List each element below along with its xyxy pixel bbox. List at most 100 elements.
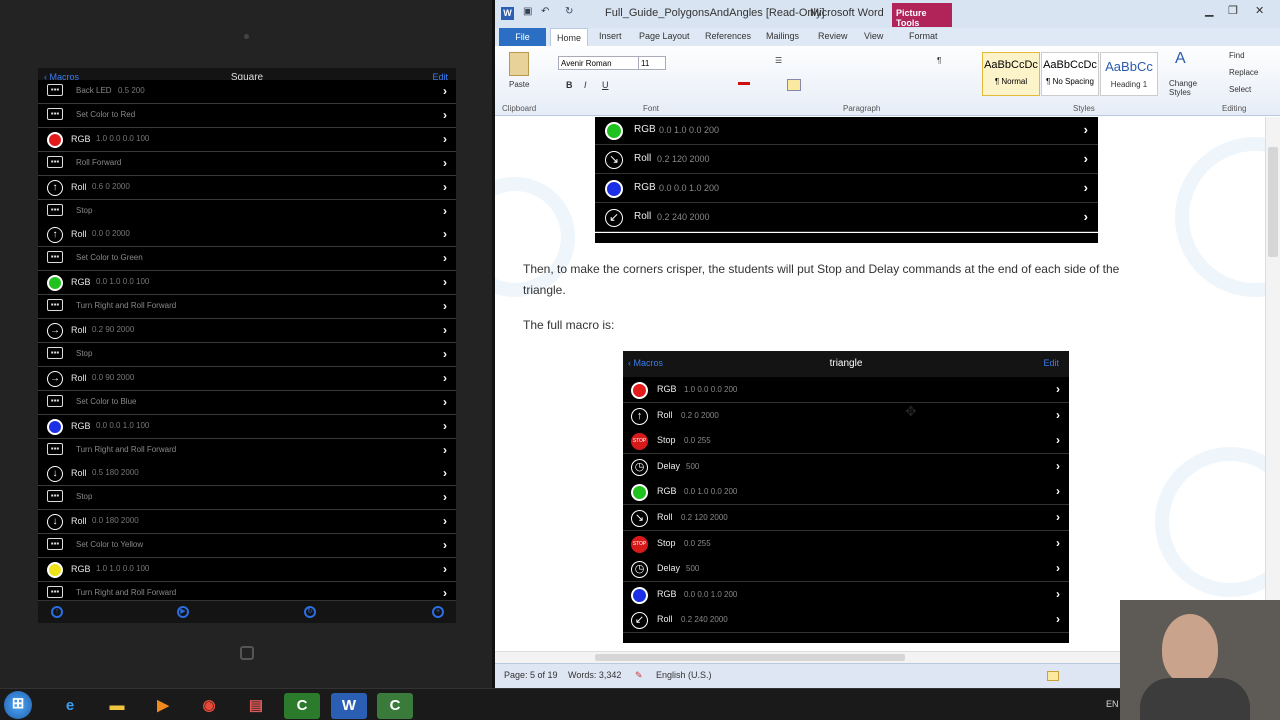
tab-page-layout[interactable]: Page Layout <box>639 31 690 41</box>
macro-row[interactable]: ▪▪▪ Back LED 0.5 200 › <box>38 80 456 104</box>
tab-review[interactable]: Review <box>818 31 848 41</box>
macro-row[interactable]: ▪▪▪ Set Color to Green › <box>38 247 456 272</box>
style-normal[interactable]: AaBbCcDc ¶ Normal <box>982 52 1040 96</box>
chrome-icon[interactable]: ◉ <box>191 693 227 719</box>
page-indicator[interactable]: Page: 5 of 19 <box>504 670 558 680</box>
select-button[interactable]: Select <box>1229 85 1251 94</box>
macro-row[interactable]: ▪▪▪ Stop › <box>38 486 456 511</box>
tab-references[interactable]: References <box>705 31 751 41</box>
macro-row[interactable]: RGB 0.0 0.0 1.0 200 › <box>623 581 1069 608</box>
macro-row[interactable]: ◷ Delay 500 › <box>623 556 1069 583</box>
chevron-right-icon: › <box>443 514 447 529</box>
tab-insert[interactable]: Insert <box>599 31 622 41</box>
tab-mailings[interactable]: Mailings <box>766 31 799 41</box>
find-button[interactable]: Find <box>1229 51 1245 60</box>
scroll-thumb[interactable] <box>1268 147 1278 257</box>
macro-row[interactable]: → Roll 0.0 90 2000 › <box>38 366 456 391</box>
internet-explorer-icon[interactable]: e <box>52 693 88 719</box>
minimize-icon[interactable]: ▁ <box>1205 4 1213 17</box>
tab-format[interactable]: Format <box>909 31 938 41</box>
chevron-right-icon: › <box>443 227 447 242</box>
redo-icon[interactable]: ↻ <box>565 6 573 17</box>
style-no-spacing[interactable]: AaBbCcDc ¶ No Spacing <box>1041 52 1099 96</box>
macro-row[interactable]: RGB 0.0 1.0 0.0 200 › <box>595 117 1098 145</box>
language-indicator[interactable]: English (U.S.) <box>656 670 712 680</box>
macro-row[interactable]: RGB 0.0 1.0 0.0 100 › <box>38 271 456 296</box>
change-styles-button[interactable]: Change Styles <box>1169 79 1209 97</box>
macro-row[interactable]: RGB 0.0 0.0 1.0 100 › <box>38 414 456 439</box>
macro-row[interactable]: ↓ Roll 0.0 180 2000 › <box>38 510 456 535</box>
file-tab[interactable]: File <box>499 28 546 46</box>
play-icon[interactable]: ▶ <box>177 606 189 618</box>
maximize-icon[interactable]: ❐ <box>1228 4 1238 17</box>
paste-icon[interactable] <box>509 52 529 76</box>
macro-row[interactable]: ↘ Roll 0.2 120 2000 › <box>595 145 1098 174</box>
vertical-scrollbar[interactable] <box>1265 117 1280 651</box>
proofing-icon[interactable]: ✎ <box>635 670 643 681</box>
bold-button[interactable]: B <box>566 80 573 90</box>
app-icon[interactable]: ▤ <box>238 693 274 719</box>
align-left-icon[interactable] <box>787 79 801 91</box>
macro-row[interactable]: ▪▪▪ Set Color to Blue › <box>38 390 456 415</box>
underline-button[interactable]: U <box>602 80 609 90</box>
replace-button[interactable]: Replace <box>1229 68 1258 77</box>
macro-row[interactable]: STOP Stop 0.0 255 › <box>623 428 1069 455</box>
macro-row[interactable]: ↙ Roll 0.2 240 2000 › <box>595 203 1098 232</box>
camtasia-recorder-icon[interactable]: C <box>377 693 413 719</box>
chevron-right-icon: › <box>443 251 447 266</box>
macro-row[interactable]: ↑ Roll 0.0 0 2000 › <box>38 223 456 248</box>
macro-row[interactable]: RGB 1.0 0.0 0.0 200 › <box>623 377 1069 403</box>
macro-row[interactable]: RGB 1.0 0.0 0.0 100 › <box>38 127 456 152</box>
comment-bubble-icon: ▪▪▪ <box>47 442 63 455</box>
macro-row[interactable]: ↘ Roll 0.2 120 2000 › <box>623 505 1069 531</box>
media-player-icon[interactable]: ▶ <box>145 693 181 719</box>
macro-row[interactable]: RGB 0.0 1.0 0.0 200 › <box>623 479 1069 506</box>
bullets-icon[interactable]: ☰ <box>775 56 782 65</box>
command-name: RGB <box>71 420 91 431</box>
home-button-icon[interactable] <box>240 646 254 660</box>
word-count[interactable]: Words: 3,342 <box>568 670 621 680</box>
print-layout-icon[interactable] <box>1047 671 1059 681</box>
macro-row[interactable]: ↓ Roll 0.5 180 2000 › <box>38 462 456 487</box>
camtasia-icon[interactable]: C <box>284 693 320 719</box>
macro-row[interactable]: ↑ Roll 0.2 0 2000 › <box>623 402 1069 429</box>
up-arrow-icon[interactable]: ↑ <box>51 606 63 618</box>
macro-row[interactable]: ▪▪▪ Roll Forward › <box>38 151 456 176</box>
macro-row[interactable]: ↙ Roll 0.2 240 2000 › <box>623 607 1069 634</box>
macro-row[interactable]: → Roll 0.2 90 2000 › <box>38 319 456 343</box>
macro-row[interactable]: ▪▪▪ Stop › <box>38 342 456 367</box>
close-icon[interactable]: ✕ <box>1255 4 1264 17</box>
command-name: Delay <box>657 563 681 574</box>
macro-row[interactable]: ▪▪▪ Turn Right and Roll Forward › <box>38 438 456 463</box>
tab-home[interactable]: Home <box>550 28 588 47</box>
add-icon[interactable]: + <box>432 606 444 618</box>
document-area[interactable]: RGB 0.0 1.0 0.0 200 › ↘ Roll 0.2 120 2000 › RGB… <box>495 117 1265 651</box>
arrow-up-icon: ↑ <box>47 227 63 244</box>
start-button-icon[interactable]: ⊞ <box>4 691 32 719</box>
tab-view[interactable]: View <box>864 31 883 41</box>
undo-icon[interactable]: ↶ <box>541 6 549 17</box>
refresh-icon[interactable]: ↻ <box>304 606 316 618</box>
color-circle-icon <box>605 180 623 198</box>
font-size-select[interactable]: 11 <box>638 56 666 70</box>
save-icon[interactable]: ▣ <box>523 6 532 17</box>
macro-row[interactable]: RGB 0.0 0.0 1.0 200 › <box>595 174 1098 203</box>
file-explorer-icon[interactable]: ▬ <box>99 693 135 719</box>
language-indicator[interactable]: EN <box>1106 699 1119 709</box>
chevron-right-icon: › <box>1056 484 1060 499</box>
macro-row[interactable]: STOP Stop 0.0 255 › <box>623 530 1069 557</box>
macro-row[interactable]: ▪▪▪ Turn Right and Roll Forward › <box>38 295 456 320</box>
macro-row[interactable]: RGB 1.0 1.0 0.0 100 › <box>38 558 456 582</box>
macro-row[interactable]: ▪▪▪ Stop › <box>38 199 456 224</box>
change-styles-icon[interactable]: A <box>1175 50 1186 68</box>
style-heading-1[interactable]: AaBbCc Heading 1 <box>1100 52 1158 96</box>
font-color-icon[interactable] <box>738 82 750 85</box>
macro-row[interactable]: ◷ Delay 500 › <box>623 453 1069 480</box>
word-taskbar-icon[interactable]: W <box>331 693 367 719</box>
macro-row[interactable]: ▪▪▪ Set Color to Red › <box>38 103 456 128</box>
macro-row[interactable]: ↑ Roll 0.6 0 2000 › <box>38 175 456 200</box>
scroll-thumb[interactable] <box>595 654 905 661</box>
pilcrow-icon[interactable]: ¶ <box>937 56 941 65</box>
italic-button[interactable]: I <box>584 80 587 90</box>
macro-row[interactable]: ▪▪▪ Set Color to Yellow › <box>38 534 456 559</box>
